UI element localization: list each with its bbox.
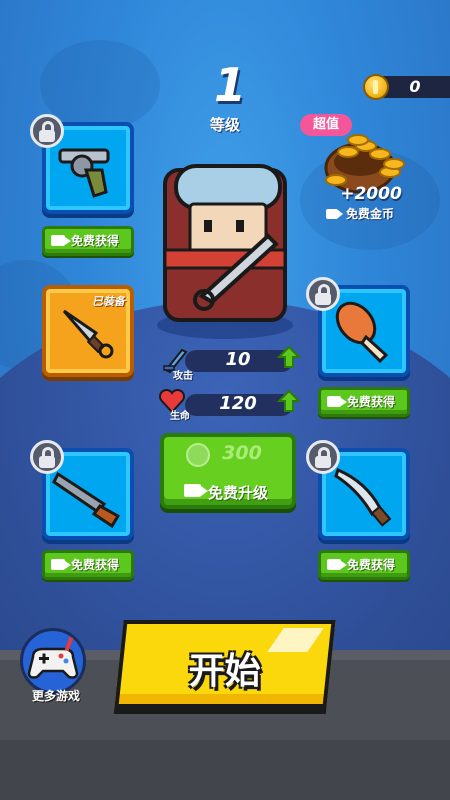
lock-icon xyxy=(306,440,340,474)
start-label: 开始 xyxy=(188,651,261,692)
free-get-button[interactable]: 免费获得 xyxy=(318,387,410,417)
game-screen: 1 等级 0 超值 +2000 免费金币 免费获得 已装备 免费获得 免费获得 … xyxy=(0,0,450,800)
weapon-slot-kunai[interactable]: 已装备 xyxy=(42,285,134,377)
lock-icon xyxy=(306,277,340,311)
lock-icon xyxy=(30,114,64,148)
background-decoration xyxy=(40,40,160,130)
free-get-label: 免费获得 xyxy=(71,558,120,572)
video-icon xyxy=(51,235,71,246)
coin-count: 0 xyxy=(409,77,421,96)
health-value: 120 xyxy=(219,393,257,414)
video-icon xyxy=(51,559,71,570)
free-get-button[interactable]: 免费获得 xyxy=(42,550,134,580)
free-upgrade-button[interactable]: 300 免费升级 xyxy=(160,433,296,509)
attack-value: 10 xyxy=(225,349,251,370)
upgrade-label: 免费升级 xyxy=(208,484,269,502)
video-icon xyxy=(327,396,347,407)
player-character xyxy=(157,164,293,339)
promo-amount: +2000 xyxy=(340,184,402,204)
free-get-label: 免费获得 xyxy=(347,395,396,409)
start-button[interactable]: 开始 xyxy=(114,620,336,708)
more-games-button[interactable] xyxy=(20,628,86,694)
ground xyxy=(0,740,450,800)
free-get-button[interactable]: 免费获得 xyxy=(42,226,134,256)
coin-icon xyxy=(363,74,389,100)
video-icon xyxy=(327,559,347,570)
free-get-label: 免费获得 xyxy=(71,234,120,248)
level-label: 等级 xyxy=(209,116,240,134)
free-get-label: 免费获得 xyxy=(347,558,396,572)
free-get-button[interactable]: 免费获得 xyxy=(318,550,410,580)
upgrade-cost: 300 xyxy=(222,442,262,464)
equipped-tag: 已装备 xyxy=(92,295,125,308)
lock-icon xyxy=(30,440,64,474)
upgrade-arrow-icon xyxy=(277,389,301,412)
level-number: 1 xyxy=(213,58,246,112)
more-games-label: 更多游戏 xyxy=(31,689,80,703)
free-coins-button[interactable]: 免费金币 xyxy=(326,205,410,223)
upgrade-arrow-icon xyxy=(277,345,301,368)
video-icon xyxy=(326,208,343,219)
video-icon xyxy=(184,484,208,497)
free-coins-label: 免费金币 xyxy=(346,207,395,221)
gamepad-icon xyxy=(27,636,79,679)
